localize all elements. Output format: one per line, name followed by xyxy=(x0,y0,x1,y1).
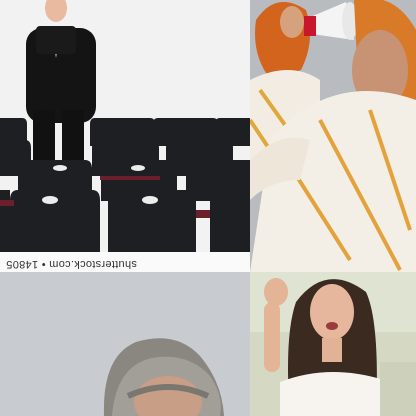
older-woman-illustration xyxy=(0,272,250,416)
auditorium-illustration xyxy=(0,0,250,272)
megaphone-illustration xyxy=(250,0,416,272)
tile-older-woman xyxy=(0,272,250,416)
image-collage: shutterstock.com • 14805 xyxy=(0,0,416,416)
tile-megaphone-women xyxy=(250,0,416,272)
watermark-text: shutterstock.com • 14805 xyxy=(6,258,137,270)
tile-auditorium: shutterstock.com • 14805 xyxy=(0,0,250,272)
tile-young-woman xyxy=(250,272,416,416)
young-woman-illustration xyxy=(250,272,416,416)
